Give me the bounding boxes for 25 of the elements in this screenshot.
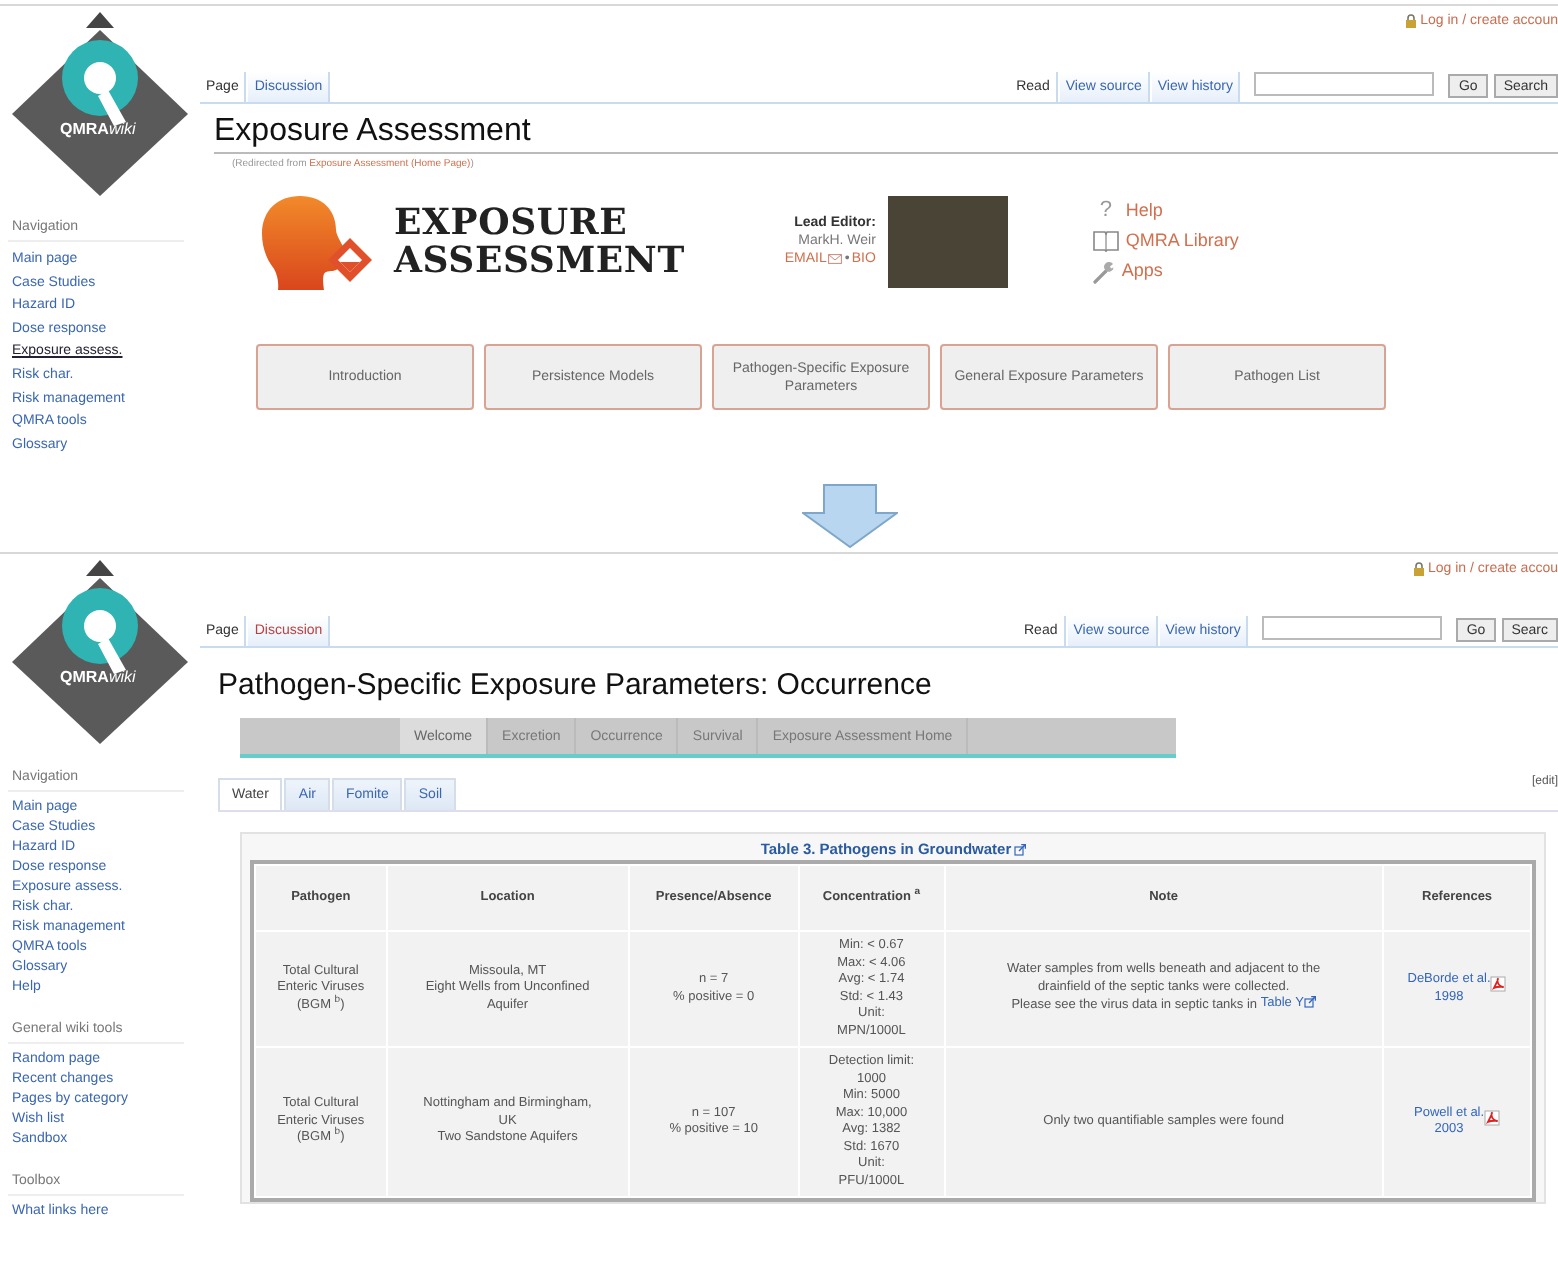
resource-link[interactable]: QMRA Library [1125, 226, 1239, 256]
logo-text: QMRAwiki [60, 120, 136, 138]
resource-link[interactable]: Help [1125, 196, 1163, 226]
pdf-icon [1490, 976, 1507, 993]
logo-icon[interactable] [8, 10, 192, 198]
resource-link[interactable]: Apps [1121, 256, 1163, 286]
pdf-icon [1484, 1109, 1501, 1126]
logo-icon[interactable] [8, 558, 192, 746]
mail-icon [828, 254, 843, 264]
lock-icon [1414, 562, 1424, 576]
down-arrow-icon [801, 484, 897, 548]
help-icon: ? [1091, 200, 1120, 222]
page-title: Exposure Assessment [214, 114, 1558, 154]
wrench-icon [1091, 259, 1116, 283]
logo-text: QMRAwiki [60, 668, 136, 686]
search-field[interactable] [1254, 72, 1435, 96]
photo-placeholder [887, 195, 1008, 287]
external-link-icon [1013, 843, 1026, 855]
external-link-icon [1303, 996, 1316, 1009]
book-icon [1091, 230, 1120, 252]
lock-icon [1406, 14, 1417, 28]
banner-title-line: EXPOSURE [394, 203, 630, 241]
page-title: Pathogen-Specific Exposure Parameters: Occurrence [218, 668, 934, 704]
banner-title-line: ASSESSMENT [394, 241, 685, 279]
search-field[interactable] [1262, 616, 1443, 640]
